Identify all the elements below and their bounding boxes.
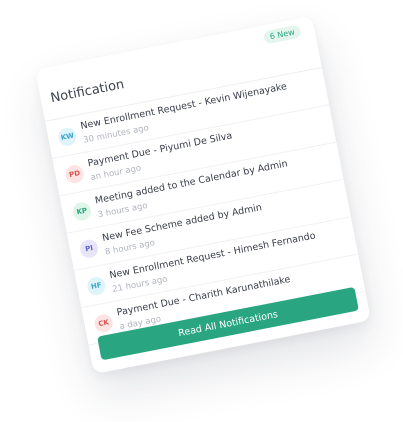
notification-panel: Notification 6 New KW New Enrollment Requ… xyxy=(35,15,371,375)
avatar: CK xyxy=(93,312,115,334)
avatar: PI xyxy=(78,238,100,260)
new-count-badge: 6 New xyxy=(262,24,302,45)
avatar: KW xyxy=(56,126,78,148)
panel-title: Notification xyxy=(49,77,126,107)
avatar: PD xyxy=(64,163,86,185)
avatar: HF xyxy=(85,275,107,297)
avatar: KP xyxy=(71,200,93,222)
